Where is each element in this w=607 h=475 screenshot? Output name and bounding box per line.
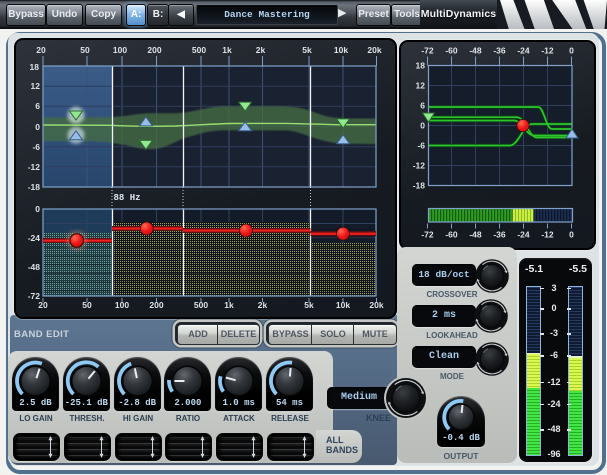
svg-text:18: 18 bbox=[30, 62, 40, 72]
svg-text:0: 0 bbox=[569, 230, 574, 240]
svg-text:20: 20 bbox=[38, 300, 48, 310]
svg-text:-36: -36 bbox=[493, 230, 506, 240]
svg-text:-6: -6 bbox=[417, 141, 425, 151]
svg-text:1k: 1k bbox=[222, 45, 232, 55]
svg-text:6: 6 bbox=[420, 101, 425, 111]
svg-text:-48: -48 bbox=[28, 262, 41, 272]
svg-text:2k: 2k bbox=[258, 300, 268, 310]
svg-text:-60: -60 bbox=[445, 230, 458, 240]
svg-text:50: 50 bbox=[80, 45, 90, 55]
svg-text:100: 100 bbox=[113, 45, 127, 55]
svg-text:5k: 5k bbox=[302, 45, 312, 55]
svg-text:100: 100 bbox=[115, 300, 129, 310]
svg-text:200: 200 bbox=[149, 300, 163, 310]
svg-text:-24: -24 bbox=[517, 46, 530, 56]
svg-text:-12: -12 bbox=[413, 161, 426, 171]
svg-text:-48: -48 bbox=[469, 46, 482, 56]
svg-text:-72: -72 bbox=[421, 46, 434, 56]
svg-text:0: 0 bbox=[35, 122, 40, 132]
svg-text:20: 20 bbox=[36, 45, 46, 55]
svg-text:10k: 10k bbox=[336, 300, 350, 310]
svg-text:200: 200 bbox=[147, 45, 161, 55]
svg-text:-18: -18 bbox=[28, 182, 41, 192]
svg-text:1k: 1k bbox=[224, 300, 234, 310]
svg-text:-72: -72 bbox=[421, 230, 434, 240]
svg-text:-36: -36 bbox=[493, 46, 506, 56]
svg-text:12: 12 bbox=[31, 81, 41, 91]
svg-text:0: 0 bbox=[569, 46, 574, 56]
svg-text:-18: -18 bbox=[413, 181, 426, 191]
svg-text:500: 500 bbox=[192, 45, 206, 55]
svg-text:-24: -24 bbox=[28, 233, 41, 243]
svg-text:12: 12 bbox=[416, 81, 426, 91]
svg-text:20k: 20k bbox=[367, 45, 381, 55]
svg-text:-12: -12 bbox=[541, 230, 554, 240]
svg-text:-60: -60 bbox=[445, 46, 458, 56]
svg-text:-12: -12 bbox=[28, 162, 41, 172]
svg-text:20k: 20k bbox=[369, 300, 383, 310]
svg-text:-12: -12 bbox=[541, 46, 554, 56]
svg-text:10k: 10k bbox=[334, 45, 348, 55]
svg-text:-6: -6 bbox=[32, 142, 40, 152]
svg-text:6: 6 bbox=[35, 101, 40, 111]
svg-text:50: 50 bbox=[82, 300, 92, 310]
svg-text:0: 0 bbox=[420, 121, 425, 131]
svg-text:-48: -48 bbox=[469, 230, 482, 240]
svg-text:500: 500 bbox=[194, 300, 208, 310]
svg-text:5k: 5k bbox=[304, 300, 314, 310]
svg-text:2k: 2k bbox=[256, 45, 266, 55]
svg-text:88 Hz: 88 Hz bbox=[114, 193, 141, 203]
svg-text:18: 18 bbox=[416, 61, 426, 71]
svg-text:-24: -24 bbox=[517, 230, 530, 240]
svg-text:0: 0 bbox=[35, 204, 40, 214]
